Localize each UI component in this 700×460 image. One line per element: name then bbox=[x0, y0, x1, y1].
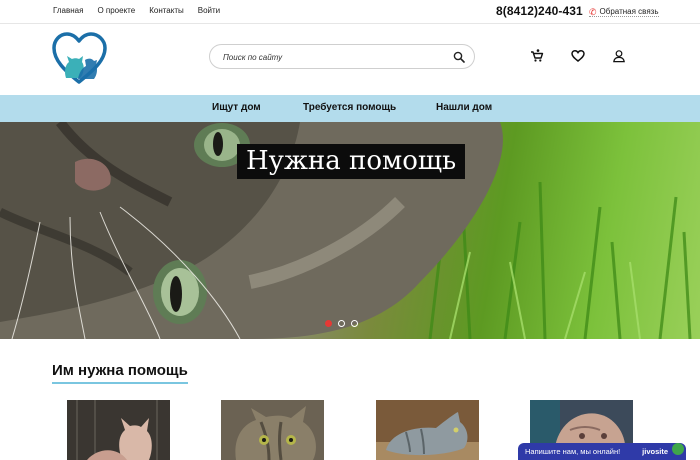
chat-widget[interactable]: Напишите нам, мы онлайн! jivosite bbox=[518, 443, 686, 460]
top-nav-contacts[interactable]: Контакты bbox=[149, 6, 184, 15]
heart-icon[interactable] bbox=[571, 49, 585, 63]
pet-card[interactable] bbox=[221, 400, 324, 460]
pet-photo bbox=[376, 400, 479, 460]
chat-bubble-icon bbox=[672, 443, 684, 455]
pet-photo bbox=[67, 400, 170, 460]
header bbox=[0, 24, 700, 95]
slider-dot-2[interactable] bbox=[338, 320, 345, 327]
feedback-label: Обратная связь bbox=[599, 7, 659, 16]
chat-label: Напишите нам, мы онлайн! bbox=[525, 447, 621, 456]
nav-looking-for-home[interactable]: Ищут дом bbox=[212, 102, 261, 113]
search-input[interactable] bbox=[223, 50, 443, 64]
search-box bbox=[209, 44, 475, 69]
nav-found-home[interactable]: Нашли дом bbox=[436, 102, 492, 113]
phone-number[interactable]: 8(8412)240-431 bbox=[496, 4, 583, 18]
section-title: Им нужна помощь bbox=[52, 362, 188, 384]
pet-card[interactable] bbox=[67, 400, 170, 460]
phone-icon: ✆ bbox=[589, 6, 597, 17]
slider-dot-1[interactable] bbox=[325, 320, 332, 327]
hero-banner[interactable]: Нужна помощь bbox=[0, 122, 700, 339]
top-bar: Главная О проекте Контакты Войти 8(8412)… bbox=[0, 0, 700, 24]
top-nav: Главная О проекте Контакты Войти bbox=[53, 6, 234, 15]
top-nav-home[interactable]: Главная bbox=[53, 6, 83, 15]
chat-brand: jivosite bbox=[642, 447, 668, 456]
slider-dots bbox=[325, 320, 358, 327]
cart-icon[interactable] bbox=[530, 49, 544, 63]
logo[interactable] bbox=[52, 32, 107, 86]
top-nav-login[interactable]: Войти bbox=[198, 6, 220, 15]
main-nav: Ищут дом Требуется помощь Нашли дом bbox=[0, 95, 700, 122]
top-nav-about[interactable]: О проекте bbox=[97, 6, 135, 15]
feedback-link[interactable]: ✆ Обратная связь bbox=[589, 7, 659, 17]
pet-card[interactable] bbox=[376, 400, 479, 460]
user-icon[interactable] bbox=[612, 49, 626, 63]
pet-photo bbox=[221, 400, 324, 460]
hero-title: Нужна помощь bbox=[237, 144, 466, 179]
slider-dot-3[interactable] bbox=[351, 320, 358, 327]
search-icon[interactable] bbox=[453, 51, 465, 63]
nav-need-help[interactable]: Требуется помощь bbox=[303, 102, 396, 113]
